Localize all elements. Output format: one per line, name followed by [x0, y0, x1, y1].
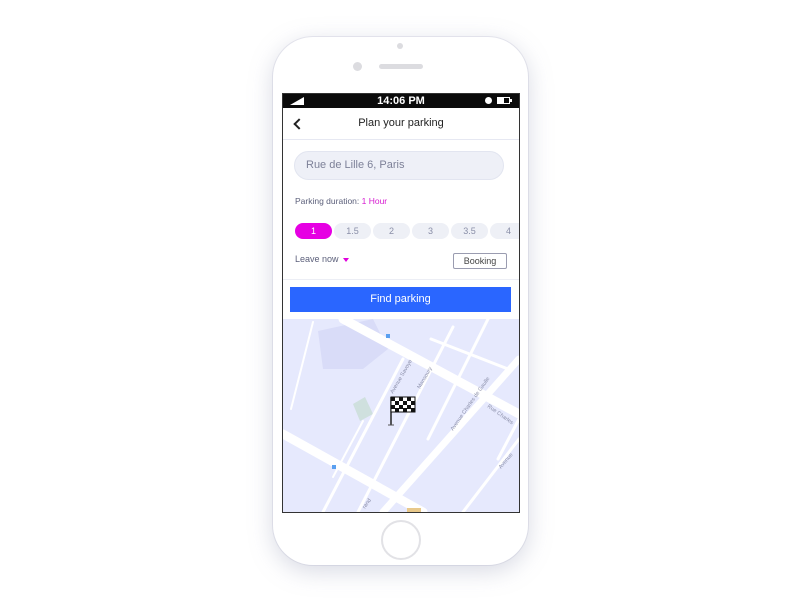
front-camera	[353, 62, 362, 71]
duration-chip[interactable]: 3.5	[451, 223, 488, 239]
home-button[interactable]	[381, 520, 421, 560]
battery-icon	[497, 97, 512, 104]
duration-label-text: Parking duration:	[295, 196, 362, 206]
address-input[interactable]: Rue de Lille 6, Paris	[294, 151, 504, 180]
duration-chip[interactable]: 1.5	[334, 223, 371, 239]
duration-chip[interactable]: 2	[373, 223, 410, 239]
map-road	[290, 321, 314, 410]
duration-chip[interactable]: 4	[490, 223, 519, 239]
status-time: 14:06 PM	[377, 95, 425, 107]
map-road	[429, 337, 510, 371]
leave-now-label: Leave now	[295, 254, 339, 264]
map-road	[283, 429, 428, 512]
booking-button[interactable]: Booking	[453, 253, 507, 269]
front-sensor	[397, 43, 403, 49]
page-title: Plan your parking	[358, 117, 444, 129]
signal-icon	[290, 97, 304, 105]
leave-now-dropdown[interactable]: Leave now	[295, 254, 349, 264]
duration-chip[interactable]: 1	[295, 223, 332, 239]
alarm-icon	[485, 97, 492, 104]
earpiece-speaker	[379, 64, 423, 69]
caret-down-icon	[342, 257, 349, 262]
checkered-flag-icon[interactable]	[388, 396, 416, 426]
street-label: Mansoury	[417, 366, 434, 390]
duration-value: 1 Hour	[361, 196, 388, 206]
divider	[283, 279, 519, 280]
map-poi	[332, 465, 336, 469]
map-poi	[386, 334, 390, 338]
map-park	[353, 397, 373, 421]
app-header: Plan your parking	[283, 108, 519, 140]
map-road-sign	[407, 508, 421, 512]
map-view[interactable]: Avenue Savoye Mansoury Avenue Charles de…	[283, 319, 519, 512]
map-road	[338, 319, 519, 419]
map-canvas: Avenue Savoye Mansoury Avenue Charles de…	[283, 319, 519, 512]
app-screen: 14:06 PM Plan your parking Rue de Lille …	[282, 93, 520, 513]
status-bar: 14:06 PM	[283, 94, 519, 108]
find-parking-button[interactable]: Find parking	[290, 287, 511, 312]
duration-chip[interactable]: 3	[412, 223, 449, 239]
map-road	[461, 437, 519, 512]
parking-duration-label: Parking duration: 1 Hour	[295, 196, 387, 206]
